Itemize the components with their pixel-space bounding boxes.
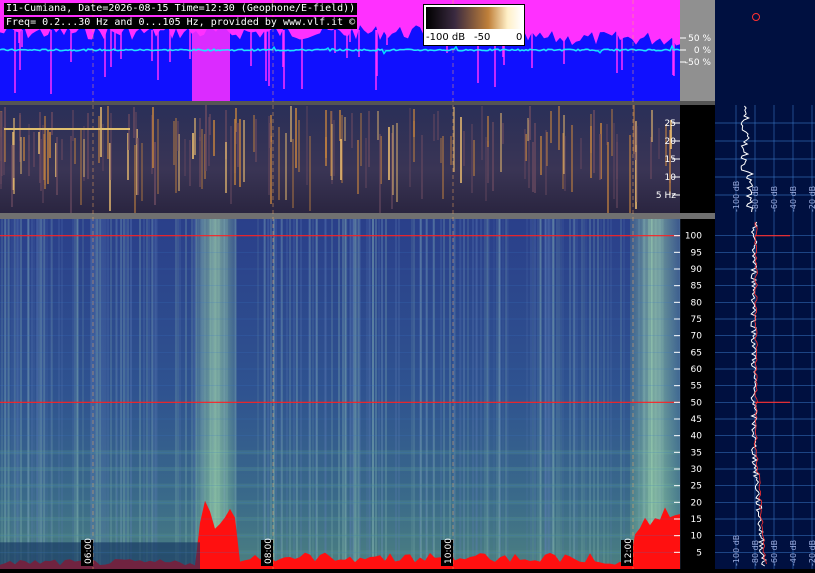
avg-x-label-upper-group: -100 dB [732, 181, 741, 212]
wb-tick-label: 5 [696, 548, 702, 558]
title-line-2: Freq= 0.2...30 Hz and 0...105 Hz, provid… [4, 17, 358, 29]
panel-separator-2 [0, 213, 715, 219]
color-scale-min: -100 dB [426, 32, 466, 43]
color-scale: -100 dB -50 0 [423, 4, 525, 46]
lf-tick-label: 20 [665, 137, 677, 147]
time-label: 06:00 [84, 538, 94, 564]
wb-tick-label: 35 [691, 448, 702, 458]
wb-tick-label: 40 [691, 432, 703, 442]
color-scale-max: 0 [516, 32, 523, 43]
time-label-group: 08:00 [261, 538, 274, 566]
time-label: 10:00 [444, 538, 454, 564]
wb-tick-label: 90 [691, 265, 703, 275]
avg-x-label: -80 dB [751, 540, 760, 566]
time-label-group: 06:00 [81, 538, 94, 566]
time-label: 08:00 [264, 538, 274, 564]
wb-tick-label: 80 [691, 298, 703, 308]
wb-tick-label: 65 [691, 348, 702, 358]
spectrogram-stage: 50 % 0 % -50 % 25 20 15 10 5 Hz 100 95 90 85 80 75 7… [0, 0, 815, 569]
title-line-1: I1-Cumiana, Date=2026-08-15 Time=12:30 (… [4, 3, 358, 15]
lf-tick-label: 10 [665, 173, 677, 183]
avg-x-label-group: -60 dB [770, 540, 779, 566]
avg-x-label: -40 dB [789, 540, 798, 566]
wb-dark-low [0, 542, 200, 569]
avg-x-label-group: -20 dB [808, 540, 815, 566]
avg-x-label-upper: -20 dB [808, 186, 815, 212]
lf-tick-label: 25 [665, 119, 676, 129]
lf-tick-label: 5 Hz [656, 191, 676, 201]
avg-x-label-upper-group: -20 dB [808, 186, 815, 212]
wb-tick-label: 55 [691, 382, 702, 392]
color-scale-mid: -50 [474, 32, 491, 43]
time-label-group: 10:00 [441, 538, 454, 566]
wb-tick-label: 10 [691, 532, 703, 542]
wb-tick-label: 75 [691, 315, 702, 325]
avg-x-label-upper-group: -60 dB [770, 186, 779, 212]
amp-tick-label: -50 % [685, 58, 712, 68]
avg-x-label-upper-group: -40 dB [789, 186, 798, 212]
avg-x-label-group: -40 dB [789, 540, 798, 566]
wb-tick-label: 60 [691, 365, 703, 375]
panel-separator [0, 101, 715, 105]
wb-tick-label: 30 [691, 465, 703, 475]
avg-x-label-upper: -40 dB [789, 186, 798, 212]
avg-x-label-upper: -100 dB [732, 181, 741, 212]
wb-tick-label: 100 [685, 232, 702, 242]
waveform-burst [192, 25, 230, 101]
avg-x-label: -100 dB [732, 535, 741, 566]
avg-x-label-group: -80 dB [751, 540, 760, 566]
lf-tick-label: 15 [665, 155, 676, 165]
time-label: 12:00 [624, 538, 634, 564]
time-label-group: 12:00 [621, 538, 634, 566]
wb-tick-label: 20 [691, 498, 703, 508]
avg-x-label-group: -100 dB [732, 535, 741, 566]
wb-tick-label: 45 [691, 415, 702, 425]
wb-tick-label: 50 [691, 398, 703, 408]
right-panel-background [715, 0, 815, 569]
wb-tick-label: 70 [691, 332, 703, 342]
color-scale-gradient [426, 7, 522, 29]
amp-tick-label: 0 % [694, 46, 712, 56]
avg-x-label-upper: -60 dB [770, 186, 779, 212]
wb-tick-label: 25 [691, 482, 702, 492]
avg-x-label: -20 dB [808, 540, 815, 566]
spectrogram-figure: 50 %0 %-50 % 252015105 Hz 10095908580757… [0, 0, 815, 569]
avg-x-label: -60 dB [770, 540, 779, 566]
wb-tick-label: 85 [691, 282, 702, 292]
wb-tick-label: 15 [691, 515, 702, 525]
amp-tick-label: 50 % [688, 34, 711, 44]
wb-tick-label: 95 [691, 248, 702, 258]
